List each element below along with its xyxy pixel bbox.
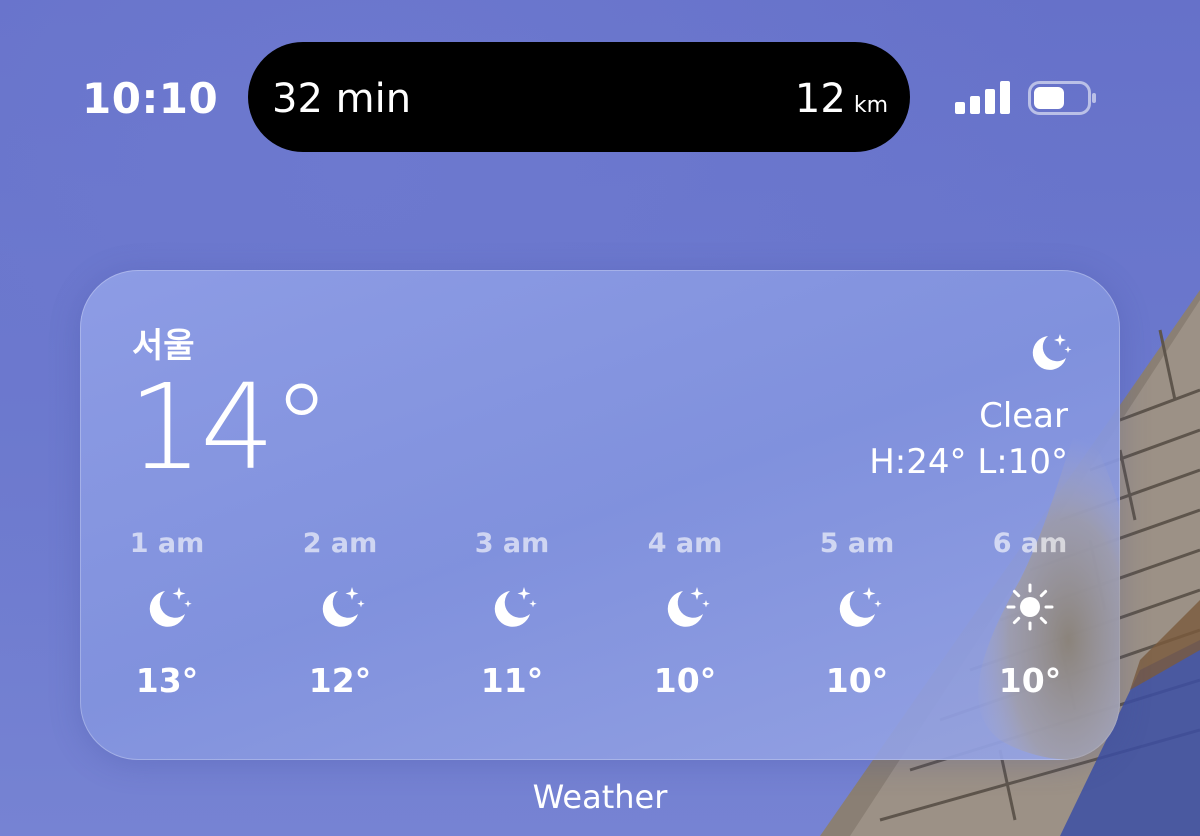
current-temperature: 14° — [128, 358, 331, 496]
hour-time: 4 am — [647, 528, 723, 559]
hourly-item: 1 am 13° — [102, 528, 232, 700]
hour-time: 2 am — [302, 528, 378, 559]
hour-temperature: 12° — [308, 661, 372, 700]
hourly-item: 6 am 10° — [965, 528, 1095, 700]
status-bar-time: 10:10 — [82, 74, 219, 123]
hour-temperature: 10° — [653, 661, 717, 700]
hour-temperature: 10° — [998, 661, 1062, 700]
hour-temperature: 13° — [135, 661, 199, 700]
moon-stars-icon — [667, 587, 710, 627]
hour-temperature: 10° — [825, 661, 889, 700]
moon-stars-icon — [149, 587, 192, 627]
hourly-item: 2 am 12° — [275, 528, 405, 700]
live-activity-duration: 32 min — [272, 76, 412, 122]
hourly-forecast: 1 am 13° 2 am 12° 3 am 11° 4 am 10° 5 am… — [80, 528, 1120, 728]
battery-icon — [1028, 81, 1096, 115]
distance-unit: km — [853, 93, 888, 118]
hour-time: 5 am — [819, 528, 895, 559]
condition-text: Clear — [979, 396, 1068, 436]
moon-stars-icon — [1032, 334, 1072, 370]
hour-time: 6 am — [992, 528, 1068, 559]
hourly-item: 4 am 10° — [620, 528, 750, 700]
widget-app-label: Weather — [532, 778, 668, 816]
weather-widget[interactable]: 서울 14° Clear H:24° L:10° 1 am 13° 2 am 1… — [80, 270, 1120, 760]
hour-time: 1 am — [129, 528, 205, 559]
cellular-signal-icon — [955, 80, 1011, 114]
moon-stars-icon — [494, 587, 537, 627]
hour-temperature: 11° — [480, 661, 544, 700]
high-low-temperature: H:24° L:10° — [869, 442, 1068, 482]
hour-time: 3 am — [474, 528, 550, 559]
moon-stars-icon — [322, 587, 365, 627]
sun-icon — [1006, 583, 1054, 631]
distance-value: 12 — [794, 76, 846, 122]
moon-stars-icon — [839, 587, 882, 627]
home-screen: 10:10 32 min 12 km 서울 14° Clear H:24° L:… — [0, 0, 1200, 836]
dynamic-island-live-activity[interactable]: 32 min 12 km — [248, 42, 910, 152]
hourly-item: 3 am 11° — [447, 528, 577, 700]
live-activity-distance: 12 km — [795, 76, 888, 122]
hourly-item: 5 am 10° — [792, 528, 922, 700]
